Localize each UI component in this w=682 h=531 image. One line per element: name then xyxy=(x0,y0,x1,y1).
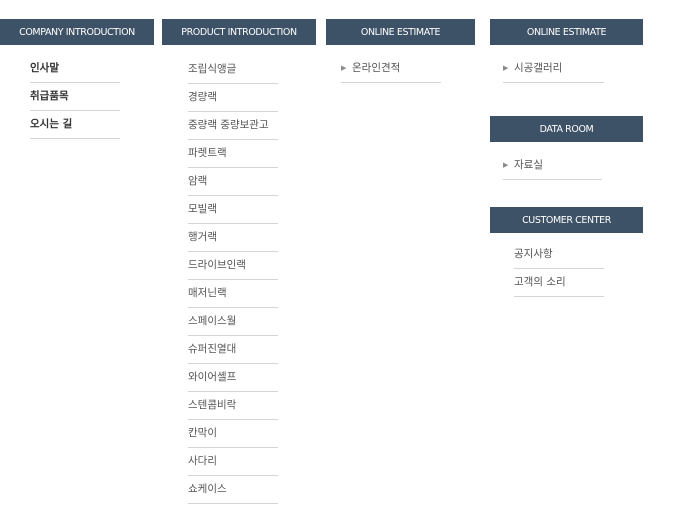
product-item[interactable]: 파렛트랙 xyxy=(188,140,278,168)
customer-center-header[interactable]: CUSTOMER CENTER xyxy=(490,207,643,233)
product-item[interactable]: 와이어셸프 xyxy=(188,364,278,392)
menu-item-label: 시공갤러리 xyxy=(514,62,563,74)
product-item[interactable]: 경량랙 xyxy=(188,84,278,112)
product-item[interactable]: 칸막이 xyxy=(188,420,278,448)
menu-item-online-estimate[interactable]: ▶ 온라인견적 xyxy=(341,55,441,83)
company-introduction-menu: COMPANY INTRODUCTION 인사말 취급품목 오시는 길 xyxy=(0,19,154,139)
product-introduction-header[interactable]: PRODUCT INTRODUCTION xyxy=(162,19,316,45)
online-estimate-header[interactable]: ONLINE ESTIMATE xyxy=(326,19,475,45)
product-item[interactable]: 암랙 xyxy=(188,168,278,196)
online-estimate-list: ▶ 온라인견적 xyxy=(341,55,441,83)
product-item[interactable]: 스텐콤비락 xyxy=(188,392,278,420)
online-estimate-menu: ONLINE ESTIMATE ▶ 온라인견적 xyxy=(326,19,475,83)
right-menu-column: ONLINE ESTIMATE ▶ 시공갤러리 DATA ROOM ▶ 자료실 CU… xyxy=(490,19,643,297)
menu-item-label: 온라인견적 xyxy=(352,62,401,74)
company-introduction-list: 인사말 취급품목 오시는 길 xyxy=(30,55,120,139)
gallery-header[interactable]: ONLINE ESTIMATE xyxy=(490,19,643,45)
product-introduction-menu: PRODUCT INTRODUCTION 조립식앵글 경량랙 중량랙 중량보관고… xyxy=(162,19,316,504)
bullet-arrow-icon: ▶ xyxy=(503,64,509,72)
product-item[interactable]: 쇼케이스 xyxy=(188,476,278,504)
menu-item-directions[interactable]: 오시는 길 xyxy=(30,111,120,139)
menu-item-products-handled[interactable]: 취급품목 xyxy=(30,83,120,111)
product-item[interactable]: 슈퍼진열대 xyxy=(188,336,278,364)
data-room-header[interactable]: DATA ROOM xyxy=(490,116,643,142)
menu-item-notice[interactable]: 공지사항 xyxy=(514,241,604,269)
product-item[interactable]: 중량랙 중량보관고 xyxy=(188,112,278,140)
product-item[interactable]: 모빌랙 xyxy=(188,196,278,224)
menu-item-data-room[interactable]: ▶ 자료실 xyxy=(503,152,602,180)
bullet-arrow-icon: ▶ xyxy=(341,64,347,72)
customer-center-list: 공지사항 고객의 소리 xyxy=(514,241,604,297)
product-item[interactable]: 사다리 xyxy=(188,448,278,476)
product-item[interactable]: 조립식앵글 xyxy=(188,56,278,84)
menu-item-greeting[interactable]: 인사말 xyxy=(30,55,120,83)
product-item[interactable]: 매저닌랙 xyxy=(188,280,278,308)
product-item[interactable]: 드라이브인랙 xyxy=(188,252,278,280)
company-introduction-header[interactable]: COMPANY INTRODUCTION xyxy=(0,19,154,45)
menu-item-label: 자료실 xyxy=(514,159,543,171)
product-list: 조립식앵글 경량랙 중량랙 중량보관고 파렛트랙 암랙 모빌랙 행거랙 드라이브… xyxy=(188,56,278,504)
gallery-list: ▶ 시공갤러리 xyxy=(503,55,604,83)
product-item[interactable]: 행거랙 xyxy=(188,224,278,252)
product-item[interactable]: 스페이스월 xyxy=(188,308,278,336)
bullet-arrow-icon: ▶ xyxy=(503,161,509,169)
data-room-list: ▶ 자료실 xyxy=(503,152,602,180)
menu-item-construction-gallery[interactable]: ▶ 시공갤러리 xyxy=(503,55,604,83)
menu-item-customer-voice[interactable]: 고객의 소리 xyxy=(514,269,604,297)
